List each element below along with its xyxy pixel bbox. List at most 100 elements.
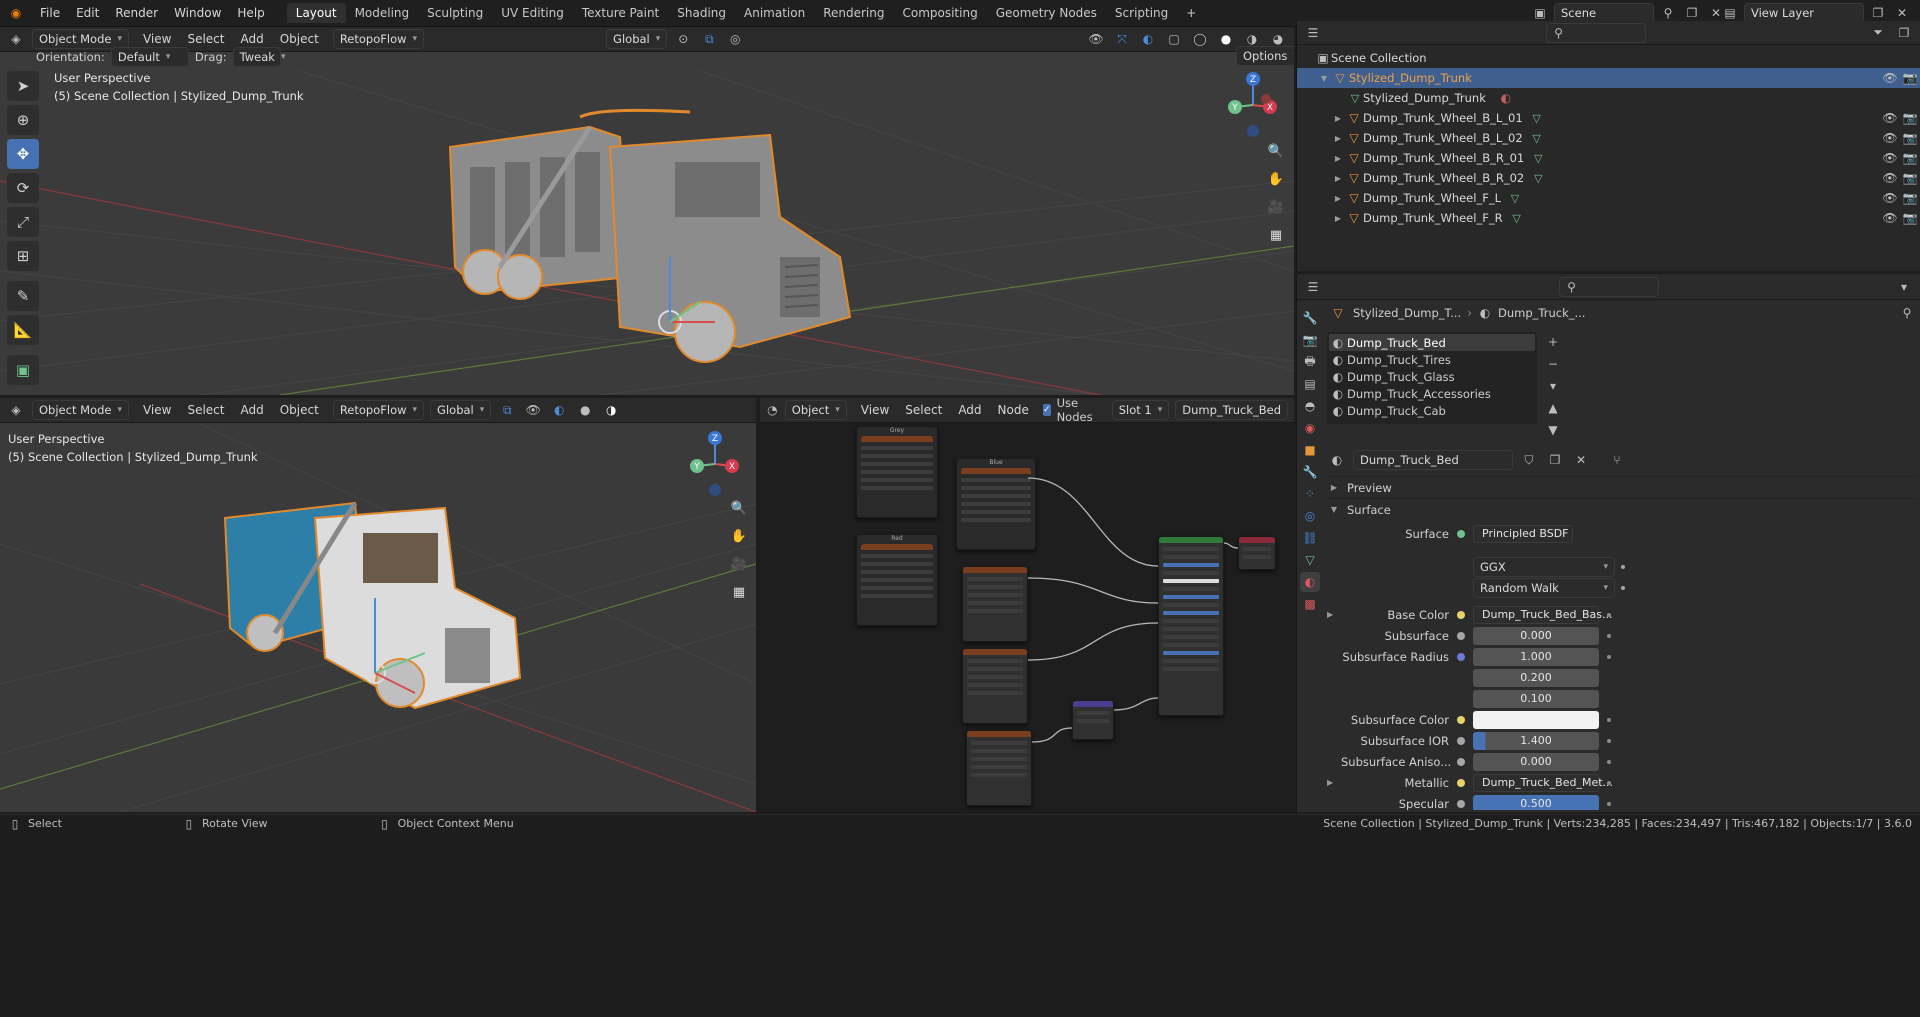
keyframe-dot-icon[interactable] [1607,738,1611,743]
properties-editor-icon[interactable]: ☰ [1303,277,1323,297]
render-camera-icon[interactable]: 📷 [1900,108,1920,128]
eye-icon[interactable]: 👁 [1880,68,1900,88]
vp-menu-select[interactable]: Select [179,32,232,46]
vp2-menu-view[interactable]: View [135,403,179,417]
pan-hand-icon[interactable]: ✋ [1264,167,1288,191]
visibility-icon[interactable]: 👁 [523,400,543,420]
material-slot-1[interactable]: ◐ Dump_Truck_Tires [1329,351,1535,368]
outliner-row-1[interactable]: ▽ Stylized_Dump_Trunk ◐ [1297,88,1920,108]
keyframe-dot-icon[interactable] [1607,759,1611,764]
viewport-top[interactable]: ◈ Object Mode ▾ View Select Add Object Re… [0,27,1294,395]
scene-selector[interactable]: Scene [1554,3,1654,23]
linked-texture-field[interactable]: Dump_Truck_Bed_Bas... [1473,605,1612,624]
tab-compositing[interactable]: Compositing [893,3,986,23]
tool-tab-icon[interactable]: 🔧 [1300,308,1320,328]
add-cube-tool-icon[interactable]: ▣ [7,355,39,385]
output-tab-icon[interactable]: 🖶 [1300,352,1320,372]
texture-tab-icon[interactable]: ▩ [1300,594,1320,614]
select-tool-icon[interactable]: ➤ [7,71,39,101]
tab-texture-paint[interactable]: Texture Paint [573,3,668,23]
outliner-row-4[interactable]: ▶ ▽ Dump_Trunk_Wheel_B_R_01 ▽ 👁 📷 [1297,148,1920,168]
collapse-icon[interactable]: ▼ [1317,74,1331,83]
expand-icon[interactable]: ▶ [1327,778,1341,787]
render-camera-icon[interactable]: 📷 [1900,128,1920,148]
menu-file[interactable]: File [32,6,68,20]
xray-toggle-icon[interactable]: ▢ [1164,29,1184,49]
zoom-icon[interactable]: 🔍 [727,496,751,520]
retopoflow-menu[interactable]: RetopoFlow ▾ [332,400,425,420]
material-tab-icon[interactable]: ◐ [1300,572,1320,592]
mode-dropdown[interactable]: Object Mode ▾ [32,400,129,420]
solid-shading-icon[interactable]: ● [1216,29,1236,49]
transform-orientation-dropdown[interactable]: Global ▾ [606,29,668,49]
pin-icon[interactable]: ⚲ [1897,303,1917,323]
keyframe-dot-icon[interactable] [1607,801,1611,806]
expand-icon[interactable]: ▶ [1331,114,1345,123]
overlay-toggle-icon[interactable]: ◐ [1138,29,1158,49]
ortho-grid-icon[interactable]: ▦ [1264,223,1288,247]
tab-sculpting[interactable]: Sculpting [418,3,492,23]
view-layer-selector[interactable]: View Layer [1744,3,1864,23]
surface-panel-header[interactable]: ▼ Surface [1327,498,1917,520]
tab-scripting[interactable]: Scripting [1106,3,1177,23]
viewport-bottom[interactable]: ◈ Object Mode ▾ View Select Add Object Re… [0,398,756,812]
editor-type-icon[interactable]: ◈ [6,29,26,49]
expand-icon[interactable]: ▶ [1331,214,1345,223]
move-down-icon[interactable]: ▼ [1543,420,1563,440]
eye-icon[interactable]: 👁 [1880,148,1900,168]
add-workspace-button[interactable]: + [1177,3,1205,23]
camera-icon[interactable]: 🎥 [1264,195,1288,219]
vp2-menu-object[interactable]: Object [272,403,327,417]
zoom-icon[interactable]: 🔍 [1264,139,1288,163]
tab-uv-editing[interactable]: UV Editing [492,3,573,23]
material-slot-2[interactable]: ◐ Dump_Truck_Glass [1329,368,1535,385]
transform-tool-icon[interactable]: ⊞ [7,241,39,271]
expand-icon[interactable]: ▶ [1331,174,1345,183]
wireframe-shading-icon[interactable]: ◯ [1190,29,1210,49]
eye-icon[interactable]: 👁 [1880,168,1900,188]
keyframe-dot-icon[interactable] [1607,780,1611,785]
outliner-row-0[interactable]: ▼ ▽ Stylized_Dump_Trunk 👁 📷 [1297,68,1920,88]
fake-user-shield-icon[interactable]: ⛉ [1519,450,1539,470]
visibility-icon[interactable]: 👁 [1086,29,1106,49]
material-name-field[interactable]: Dump_Truck_Bed [1353,450,1513,470]
vp2-menu-select[interactable]: Select [179,403,232,417]
value-field[interactable]: 0.000 [1473,626,1599,645]
render-camera-icon[interactable]: 📷 [1900,208,1920,228]
duplicate-material-icon[interactable]: ❐ [1545,450,1565,470]
eye-icon[interactable]: 👁 [1880,208,1900,228]
outliner-row-2[interactable]: ▶ ▽ Dump_Trunk_Wheel_B_L_01 ▽ 👁 📷 [1297,108,1920,128]
new-collection-icon[interactable]: ❐ [1894,23,1914,43]
eye-icon[interactable]: 👁 [1880,188,1900,208]
particles-tab-icon[interactable]: ⁘ [1300,484,1320,504]
tab-animation[interactable]: Animation [735,3,814,23]
value-slider[interactable]: 0.500 [1473,794,1599,810]
snap-icon[interactable]: ⧉ [497,400,517,420]
retopoflow-menu[interactable]: RetopoFlow ▾ [332,29,425,49]
solid-shading-icon[interactable]: ● [575,400,595,420]
world-tab-icon[interactable]: ◉ [1300,418,1320,438]
ortho-grid-icon[interactable]: ▦ [727,580,751,604]
cursor-tool-icon[interactable]: ⊕ [7,105,39,135]
editor-type-icon[interactable]: ◈ [6,400,26,420]
outliner-row-scene-collection[interactable]: ▣ Scene Collection [1297,48,1920,68]
subsurface-method-dropdown[interactable]: Random Walk ▾ [1473,577,1615,598]
vp2-menu-add[interactable]: Add [233,403,272,417]
chevron-down-icon[interactable]: ▾ [1894,277,1914,297]
pin-icon[interactable]: ⚲ [1658,3,1678,23]
scale-tool-icon[interactable]: ⤢ [7,207,39,237]
truck-model-grey[interactable] [440,107,860,395]
keyframe-dot-icon[interactable] [1607,612,1611,617]
pan-hand-icon[interactable]: ✋ [727,524,751,548]
move-tool-icon[interactable]: ✥ [7,139,39,169]
keyframe-dot-icon[interactable] [1607,717,1611,722]
eye-icon[interactable]: 👁 [1880,128,1900,148]
expand-icon[interactable]: ▶ [1331,194,1345,203]
distribution-dropdown[interactable]: GGX ▾ [1473,556,1615,577]
camera-icon[interactable]: 🎥 [727,552,751,576]
unlink-material-icon[interactable]: ✕ [1571,450,1591,470]
outliner-row-5[interactable]: ▶ ▽ Dump_Trunk_Wheel_B_R_02 ▽ 👁 📷 [1297,168,1920,188]
tab-geometry-nodes[interactable]: Geometry Nodes [987,3,1106,23]
expand-icon[interactable]: ▶ [1331,154,1345,163]
navigation-gizmo-top[interactable]: Z X Y [1222,69,1284,141]
